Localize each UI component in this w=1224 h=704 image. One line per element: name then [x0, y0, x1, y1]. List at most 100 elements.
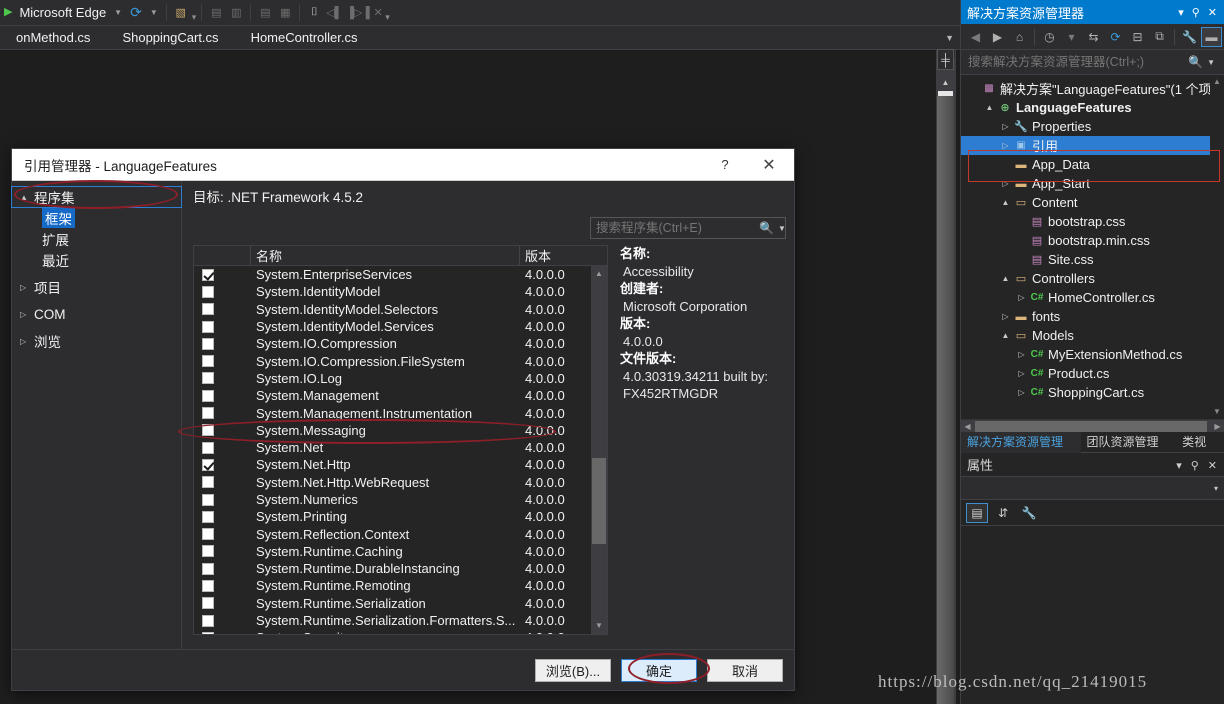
tree-hscroll-thumb[interactable]: [975, 421, 1207, 432]
table-row[interactable]: System.IO.Log 4.0.0.0: [194, 370, 607, 387]
assembly-checkbox[interactable]: [202, 441, 214, 454]
row-checkbox-cell[interactable]: [194, 614, 251, 627]
pin-icon[interactable]: ⚲: [1192, 6, 1200, 19]
row-checkbox-cell[interactable]: [194, 355, 251, 368]
nav-item-extensions[interactable]: 扩展: [12, 228, 181, 249]
table-row[interactable]: System.IdentityModel 4.0.0.0: [194, 283, 607, 300]
attach-debugger-icon[interactable]: ▧: [172, 4, 190, 22]
tree-item[interactable]: ▷ C# Product.cs: [961, 364, 1224, 383]
assembly-checkbox[interactable]: [202, 285, 214, 298]
table-row[interactable]: System.Runtime.Serialization.Formatters.…: [194, 612, 607, 629]
expander-expand-icon[interactable]: ▷: [999, 179, 1012, 188]
solution-explorer-search[interactable]: 🔍 ▼: [961, 50, 1224, 75]
alphabetical-icon[interactable]: ⇵: [992, 503, 1014, 523]
row-checkbox-cell[interactable]: [194, 528, 251, 541]
assembly-checkbox[interactable]: [202, 424, 214, 437]
close-icon[interactable]: ✕: [1208, 459, 1217, 472]
table-row[interactable]: System.Runtime.Caching 4.0.0.0: [194, 543, 607, 560]
indent-icon[interactable]: ▤: [207, 4, 225, 22]
tree-item[interactable]: ▲ ▭ Content: [961, 193, 1224, 212]
assembly-checkbox[interactable]: [202, 389, 214, 402]
tree-item[interactable]: ▲ ⊕ LanguageFeatures: [961, 98, 1224, 117]
scroll-down-icon[interactable]: ▼: [591, 618, 607, 634]
tree-item[interactable]: ▷ ▬ App_Start: [961, 174, 1224, 193]
nav-item-framework[interactable]: 框架: [12, 207, 181, 228]
tab-solution-explorer[interactable]: 解决方案资源管理器: [961, 431, 1081, 470]
pin-icon[interactable]: ⚲: [1191, 459, 1199, 472]
table-row[interactable]: System.Management.Instrumentation 4.0.0.0: [194, 404, 607, 421]
expander-expand-icon[interactable]: ▷: [20, 337, 34, 346]
tab-team-explorer[interactable]: 团队资源管理器: [1081, 432, 1177, 470]
properties-icon[interactable]: 🔧: [1179, 27, 1200, 47]
row-checkbox-cell[interactable]: [194, 424, 251, 437]
nav-item-recent[interactable]: 最近: [12, 249, 181, 270]
table-row[interactable]: System.IO.Compression.FileSystem 4.0.0.0: [194, 352, 607, 369]
column-header-version[interactable]: 版本: [520, 246, 607, 265]
search-icon[interactable]: 🔍: [1186, 55, 1205, 69]
chevron-down-icon[interactable]: ▾: [1176, 459, 1182, 472]
cancel-button[interactable]: 取消: [707, 658, 783, 682]
solution-search-input[interactable]: [965, 55, 1187, 69]
assembly-checkbox[interactable]: [202, 476, 214, 489]
assembly-checkbox[interactable]: [202, 631, 214, 634]
scroll-left-icon[interactable]: ◀: [961, 420, 974, 433]
table-row[interactable]: System.Net.Http.WebRequest 4.0.0.0: [194, 474, 607, 491]
search-chevron-down-icon[interactable]: ▼: [776, 224, 791, 233]
tree-item[interactable]: ▤ Site.css: [961, 250, 1224, 269]
outdent-icon[interactable]: ▥: [227, 4, 245, 22]
nav-item-com[interactable]: ▷ COM: [12, 304, 181, 324]
categorized-icon[interactable]: ▤: [966, 502, 988, 523]
ok-button[interactable]: 确定: [621, 658, 697, 682]
prev-bookmark-icon[interactable]: ◁▌: [325, 4, 343, 22]
document-tab[interactable]: ShoppingCart.cs: [106, 26, 234, 50]
table-row[interactable]: System.Messaging 4.0.0.0: [194, 422, 607, 439]
assembly-checkbox[interactable]: [202, 337, 214, 350]
toolbar-overflow-icon[interactable]: ▾: [192, 12, 197, 25]
row-checkbox-cell[interactable]: [194, 285, 251, 298]
row-checkbox-cell[interactable]: [194, 476, 251, 489]
row-checkbox-cell[interactable]: [194, 389, 251, 402]
table-row[interactable]: System.Runtime.Serialization 4.0.0.0: [194, 595, 607, 612]
sync-icon[interactable]: ⇆: [1083, 27, 1104, 47]
table-row[interactable]: System.Net 4.0.0.0: [194, 439, 607, 456]
collapse-all-icon[interactable]: ⊟: [1127, 27, 1148, 47]
table-row[interactable]: System.Numerics 4.0.0.0: [194, 491, 607, 508]
scroll-down-icon[interactable]: ▼: [1210, 405, 1224, 419]
table-row[interactable]: System.IdentityModel.Selectors 4.0.0.0: [194, 301, 607, 318]
expander-expand-icon[interactable]: ▷: [20, 283, 34, 292]
tree-item[interactable]: ▬ App_Data: [961, 155, 1224, 174]
tab-list-chevron-down-icon[interactable]: ▼: [945, 33, 954, 43]
table-row[interactable]: System.Net.Http 4.0.0.0: [194, 456, 607, 473]
tree-vertical-scrollbar[interactable]: ▲ ▼: [1210, 75, 1224, 419]
row-checkbox-cell[interactable]: [194, 337, 251, 350]
list-scroll-thumb[interactable]: [592, 458, 606, 544]
table-row[interactable]: System.Runtime.Remoting 4.0.0.0: [194, 577, 607, 594]
document-tab[interactable]: onMethod.cs: [0, 26, 106, 50]
tree-item[interactable]: ▷ ▬ fonts: [961, 307, 1224, 326]
table-row[interactable]: System.Reflection.Context 4.0.0.0: [194, 525, 607, 542]
row-checkbox-cell[interactable]: [194, 510, 251, 523]
assembly-checkbox[interactable]: [202, 372, 214, 385]
expander-expand-icon[interactable]: ▷: [999, 122, 1012, 131]
search-icon[interactable]: 🔍: [757, 221, 776, 235]
scroll-right-icon[interactable]: ▶: [1211, 420, 1224, 433]
forward-icon[interactable]: ▶: [987, 27, 1008, 47]
expander-expand-icon[interactable]: ▷: [1015, 388, 1028, 397]
assembly-checkbox[interactable]: [202, 320, 214, 333]
assembly-checkbox[interactable]: [202, 579, 214, 592]
tree-item[interactable]: ▤ bootstrap.min.css: [961, 231, 1224, 250]
editor-scroll-track[interactable]: [937, 96, 954, 704]
assembly-checkbox[interactable]: [202, 597, 214, 610]
row-checkbox-cell[interactable]: [194, 407, 251, 420]
row-checkbox-cell[interactable]: [194, 320, 251, 333]
table-row[interactable]: System.IO.Compression 4.0.0.0: [194, 335, 607, 352]
assembly-checkbox[interactable]: [202, 268, 214, 281]
close-icon[interactable]: ✕: [1208, 6, 1217, 19]
help-icon[interactable]: ?: [708, 149, 742, 180]
assembly-checkbox[interactable]: [202, 493, 214, 506]
nav-item-projects[interactable]: ▷ 项目: [12, 277, 181, 297]
row-checkbox-cell[interactable]: [194, 303, 251, 316]
document-tab[interactable]: HomeController.cs: [235, 26, 374, 50]
expander-collapse-icon[interactable]: ▲: [999, 274, 1012, 283]
toolbar-overflow-icon-2[interactable]: ▾: [385, 12, 390, 25]
